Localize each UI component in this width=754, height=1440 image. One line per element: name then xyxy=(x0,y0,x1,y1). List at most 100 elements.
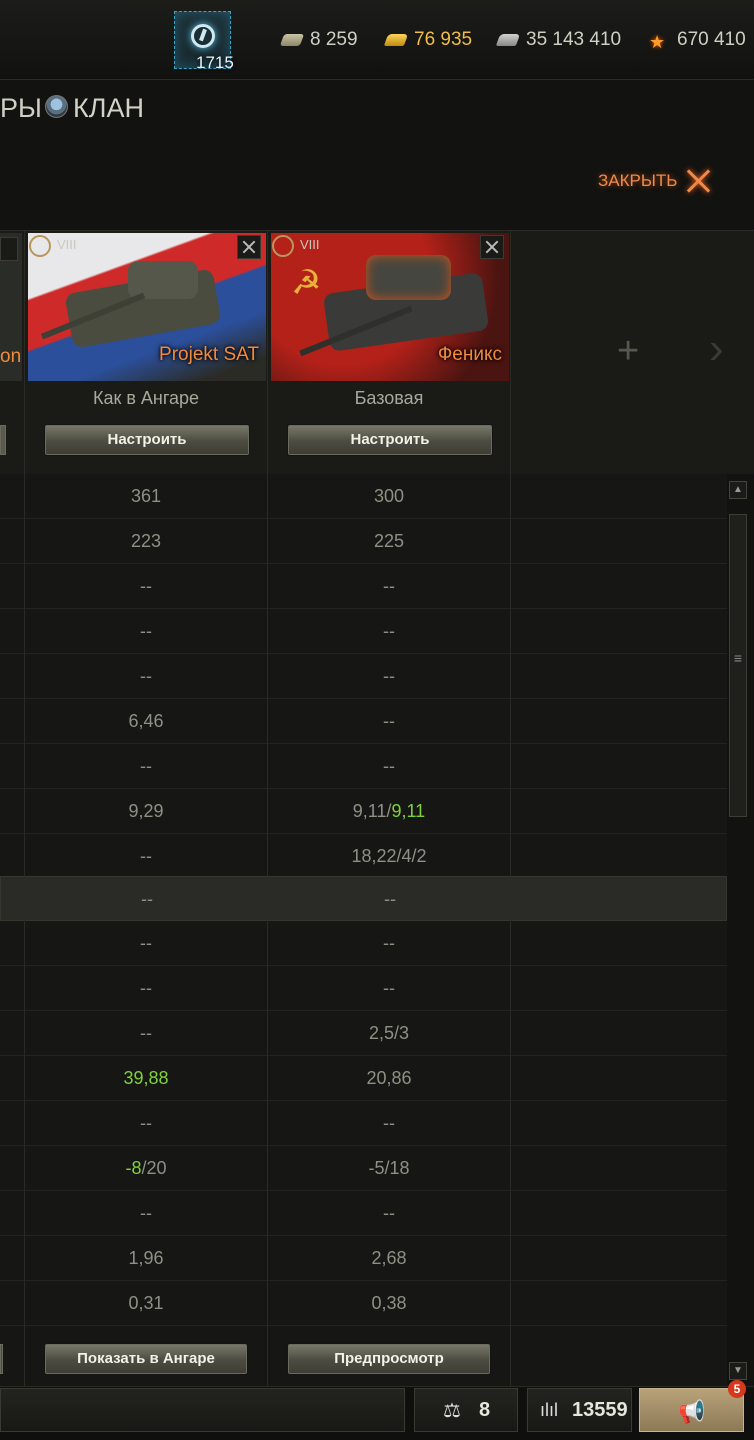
vehicle-config: Базовая xyxy=(354,388,424,408)
table-row: -- -- xyxy=(0,654,727,699)
table-cell: -- xyxy=(140,1113,152,1133)
table-cell: 6,46 xyxy=(128,711,164,731)
nav-tab-clan[interactable]: КЛАН xyxy=(73,93,144,124)
credits-display[interactable]: 8 259 xyxy=(279,29,358,51)
table-cell: 361 xyxy=(130,486,162,506)
table-cell: -- xyxy=(383,933,395,953)
megaphone-icon: 📢 xyxy=(678,1399,706,1424)
table-cell: 9,29 xyxy=(128,801,164,821)
column-divider xyxy=(267,230,268,1386)
table-cell: 2,68 xyxy=(371,1248,407,1268)
scales-icon: ⚖ xyxy=(443,1399,461,1422)
table-row-highlighted: -- -- xyxy=(0,876,727,921)
table-row: -- 18,22/4/2 xyxy=(0,834,727,879)
free-xp-icon xyxy=(495,34,521,46)
vehicle-cards: on VIII Projekt SAT Как в Ангаре Настрои… xyxy=(0,230,754,474)
table-cell: 9,11/9,11 xyxy=(268,789,510,834)
table-cell: -- xyxy=(140,978,152,998)
clan-icon xyxy=(45,95,68,118)
table-cell: 225 xyxy=(373,531,405,551)
configure-button[interactable]: Настроить xyxy=(45,425,249,455)
free-xp-display[interactable]: 35 143 410 xyxy=(495,29,622,51)
crew-xp-display[interactable]: ★ 670 410 xyxy=(649,29,746,51)
gold-value: 76 935 xyxy=(414,29,473,50)
table-row: -8/20 -5/18 xyxy=(0,1146,727,1191)
column-divider xyxy=(510,230,511,1386)
gold-display[interactable]: 76 935 xyxy=(383,29,473,51)
table-row: -- -- xyxy=(0,1101,727,1146)
table-cell: -- xyxy=(383,978,395,998)
table-cell: 300 xyxy=(373,486,405,506)
table-cell: -- xyxy=(383,621,395,641)
table-cell: -- xyxy=(140,621,152,641)
balance-button[interactable]: ⚖ 8 xyxy=(414,1388,518,1432)
vehicle-name-partial: on xyxy=(0,346,22,367)
remove-icon[interactable] xyxy=(0,237,18,261)
table-row: -- 2,5/3 xyxy=(0,1011,727,1056)
cell-value: /20 xyxy=(141,1158,167,1178)
credits-value: 8 259 xyxy=(310,29,358,50)
table-cell: -- xyxy=(383,756,395,776)
table-row: 39,88 20,86 xyxy=(0,1056,727,1101)
vehicle-config: Как в Ангаре xyxy=(92,388,200,408)
star-icon: ★ xyxy=(649,32,666,52)
table-row: -- -- xyxy=(0,609,727,654)
free-xp-value: 35 143 410 xyxy=(526,29,622,50)
remove-icon[interactable] xyxy=(480,235,504,259)
stats-button[interactable]: ılıl 13559 xyxy=(527,1388,632,1432)
scroll-down-button[interactable]: ▼ xyxy=(729,1362,747,1380)
gold-icon xyxy=(383,34,409,46)
tier-badge-icon xyxy=(272,235,294,257)
chevron-right-icon[interactable]: › xyxy=(709,324,724,374)
table-cell: 223 xyxy=(130,531,162,551)
scrollbar-thumb[interactable]: ≡ xyxy=(729,650,747,680)
xp-value: 1715 xyxy=(196,53,234,72)
notifications-button[interactable]: 📢 xyxy=(639,1388,744,1432)
table-cell: 0,38 xyxy=(371,1293,407,1313)
table-cell: 20,86 xyxy=(366,1068,412,1088)
table-row: 0,31 0,38 xyxy=(0,1281,727,1326)
hammer-sickle-icon: ☭ xyxy=(291,264,322,302)
vehicle-tier: VIII xyxy=(57,237,77,252)
show-in-hangar-button[interactable]: Показать в Ангаре xyxy=(45,1344,247,1374)
vehicle-card: VIII Projekt SAT Как в Ангаре Настроить xyxy=(25,231,267,475)
vehicle-name: Феникс xyxy=(437,344,502,365)
close-button[interactable]: ЗАКРЫТЬ xyxy=(598,166,711,196)
table-cell: -5/18 xyxy=(368,1158,410,1178)
tier-badge-icon xyxy=(29,235,51,257)
add-icon[interactable]: + xyxy=(617,330,639,373)
table-cell: -- xyxy=(140,933,152,953)
table-row: -- -- xyxy=(0,564,727,609)
remove-icon[interactable] xyxy=(237,235,261,259)
table-row: -- -- xyxy=(0,1191,727,1236)
comparison-table: 361 300 223 225 -- -- -- -- -- -- 6,46 -… xyxy=(0,474,727,1386)
table-cell-highlight: 39,88 xyxy=(123,1068,169,1088)
table-cell: -- xyxy=(383,666,395,686)
table-cell: -- xyxy=(140,756,152,776)
close-label: ЗАКРЫТЬ xyxy=(598,171,678,190)
credits-icon xyxy=(279,34,305,46)
close-icon xyxy=(687,169,711,193)
nav-tab-prev[interactable]: РЫ xyxy=(0,93,42,124)
table-cell: -- xyxy=(141,889,153,909)
bar-chart-icon: ılıl xyxy=(540,1399,558,1420)
balance-value: 8 xyxy=(478,1398,491,1421)
vehicle-card: ☭ VIII Феникс Базовая Настроить xyxy=(268,231,510,475)
table-row: -- -- xyxy=(0,921,727,966)
configure-button-partial[interactable] xyxy=(0,425,6,455)
cell-value-highlight: -8 xyxy=(125,1158,142,1178)
table-row: 361 300 xyxy=(0,474,727,519)
table-cell: -- xyxy=(383,711,395,731)
configure-button[interactable]: Настроить xyxy=(288,425,492,455)
table-cell: -- xyxy=(383,1203,395,1223)
action-button-partial[interactable] xyxy=(0,1344,3,1374)
notification-count-badge: 5 xyxy=(728,1380,746,1398)
table-cell: -- xyxy=(384,889,396,909)
table-cell: 18,22/4/2 xyxy=(351,846,427,866)
cell-value-highlight: 9,11 xyxy=(391,801,426,821)
scroll-up-button[interactable]: ▲ xyxy=(729,481,747,499)
vehicle-tier: VIII xyxy=(300,237,320,252)
top-bar xyxy=(0,0,754,80)
table-cell: -- xyxy=(140,1203,152,1223)
preview-button[interactable]: Предпросмотр xyxy=(288,1344,490,1374)
